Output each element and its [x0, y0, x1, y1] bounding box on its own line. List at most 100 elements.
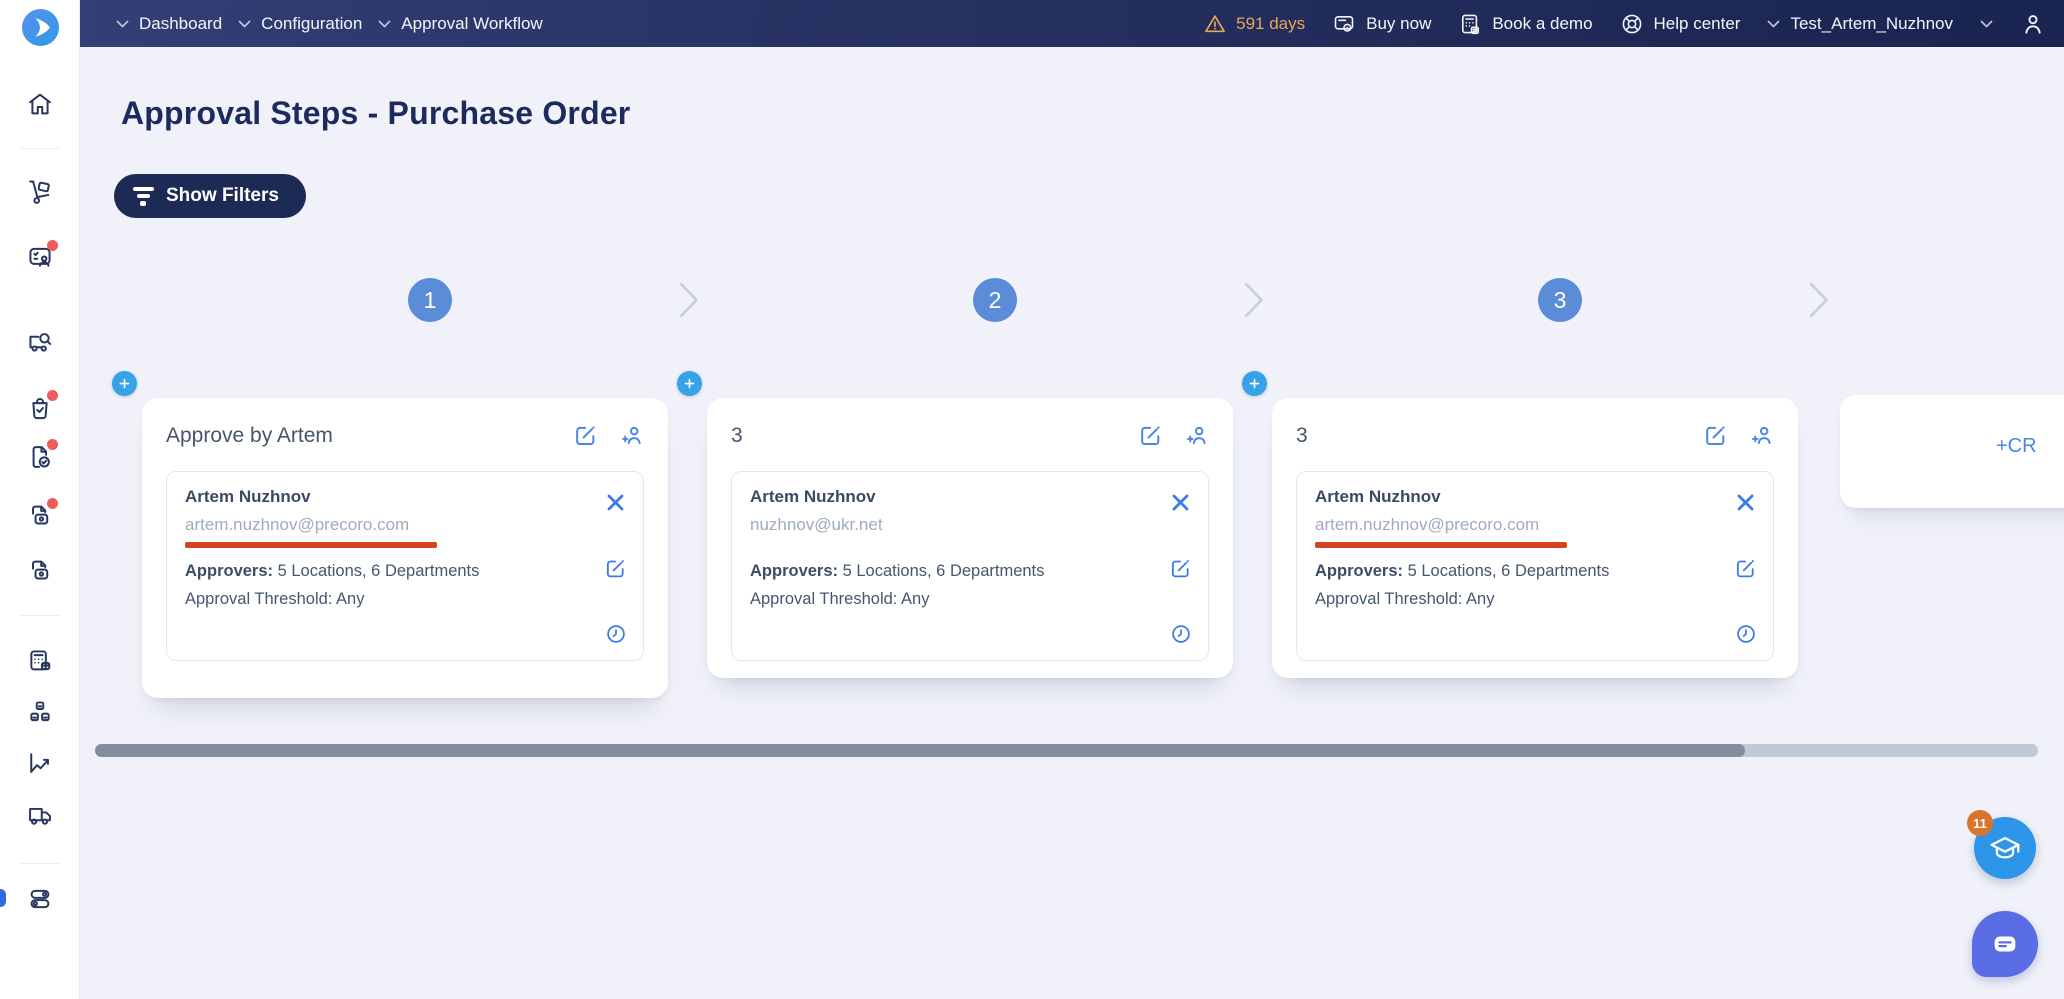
horizontal-scrollbar-thumb[interactable] [95, 744, 1745, 757]
chevron-down-icon [378, 20, 391, 28]
sidebar-divider [20, 148, 60, 149]
sidebar-divider [20, 615, 60, 616]
sidebar-divider [20, 863, 60, 864]
approver-email: artem.nuzhnov@precoro.com [1315, 515, 1723, 535]
approval-workflow-page: Dashboard Configuration Approval Workflo… [0, 0, 2064, 999]
create-step-card[interactable]: +CR [1840, 395, 2064, 508]
schedule-clock-icon[interactable] [605, 623, 627, 645]
approver-box: Artem Nuzhnov artem.nuzhnov@precoro.com … [166, 471, 644, 661]
chevron-right-icon [1243, 281, 1265, 319]
edit-approver-icon[interactable] [604, 557, 627, 580]
approval-step-card: Approve by Artem Artem Nuzhnov artem.nuz… [142, 398, 668, 698]
breadcrumb-label: Dashboard [139, 14, 222, 34]
schedule-clock-icon[interactable] [1735, 623, 1757, 645]
chevron-right-icon [1808, 281, 1830, 319]
breadcrumb-label: Approval Workflow [401, 14, 542, 34]
edit-step-icon[interactable] [1703, 423, 1728, 448]
navbar-breadcrumbs: Dashboard Configuration Approval Workflo… [80, 14, 543, 34]
red-underline-annotation [1315, 542, 1567, 548]
document-user-icon[interactable] [26, 244, 54, 272]
approver-box: Artem Nuzhnov nuzhnov@ukr.net Approvers:… [731, 471, 1209, 661]
document-check-icon[interactable] [26, 443, 54, 471]
step-title: 3 [731, 424, 743, 448]
add-approver-icon[interactable] [619, 423, 644, 448]
trend-chart-icon[interactable] [26, 749, 54, 777]
approver-name: Artem Nuzhnov [750, 487, 1158, 507]
approver-name: Artem Nuzhnov [185, 487, 593, 507]
trial-days-warning[interactable]: 591 days [1203, 12, 1305, 36]
approval-step-card: 3 Artem Nuzhnov nuzhnov@ukr.net Approver… [707, 398, 1233, 678]
active-section-indicator [0, 889, 6, 907]
wallet-document-icon[interactable] [26, 502, 54, 530]
edit-step-icon[interactable] [1138, 423, 1163, 448]
account-menu[interactable]: Test_Artem_Nuzhnov [1767, 14, 1953, 34]
navbar-actions: 591 days Buy now Book a demo Help center… [1203, 11, 2064, 37]
card-badge-icon [1332, 12, 1356, 36]
truck-icon[interactable] [26, 801, 54, 829]
home-icon[interactable] [26, 90, 54, 118]
trial-days-label: 591 days [1236, 14, 1305, 34]
approvers-line: Approvers: 5 Locations, 6 Departments [185, 562, 593, 581]
chevron-down-icon [238, 20, 251, 28]
wallet-document-2-icon[interactable] [26, 557, 54, 585]
chevron-down-icon [116, 20, 129, 28]
help-center-button[interactable]: Help center [1620, 12, 1741, 36]
remove-approver-icon[interactable] [604, 491, 627, 514]
approval-threshold-line: Approval Threshold: Any [750, 590, 1158, 609]
step-number-badge: 1 [408, 278, 452, 322]
approver-email: nuzhnov@ukr.net [750, 515, 1158, 535]
add-step-button[interactable] [677, 371, 702, 396]
breadcrumb-configuration[interactable]: Configuration [238, 14, 362, 34]
breadcrumb-dashboard[interactable]: Dashboard [116, 14, 222, 34]
edit-step-icon[interactable] [573, 423, 598, 448]
remove-approver-icon[interactable] [1169, 491, 1192, 514]
step-number-badge: 2 [973, 278, 1017, 322]
edit-approver-icon[interactable] [1734, 557, 1757, 580]
approver-email: artem.nuzhnov@precoro.com [185, 515, 593, 535]
buy-now-button[interactable]: Buy now [1332, 12, 1431, 36]
add-approver-icon[interactable] [1749, 423, 1774, 448]
add-step-button[interactable] [112, 371, 137, 396]
red-underline-annotation [185, 542, 437, 548]
warning-triangle-icon [1203, 12, 1227, 36]
book-demo-label: Book a demo [1492, 14, 1592, 34]
truck-search-icon[interactable] [26, 328, 54, 356]
breadcrumb-approval-workflow[interactable]: Approval Workflow [378, 14, 542, 34]
toggles-icon[interactable] [26, 885, 54, 913]
horizontal-scrollbar-track[interactable] [95, 744, 2038, 757]
chat-bubble-icon [1990, 929, 2020, 959]
approval-threshold-line: Approval Threshold: Any [1315, 590, 1723, 609]
notification-dot [47, 498, 58, 509]
notifications-badge: 11 [1967, 810, 1993, 836]
approvers-line: Approvers: 5 Locations, 6 Departments [1315, 562, 1723, 581]
blocks-icon[interactable] [26, 698, 54, 726]
chevron-right-icon [678, 281, 700, 319]
lifebuoy-icon [1620, 12, 1644, 36]
add-approver-icon[interactable] [1184, 423, 1209, 448]
schedule-clock-icon[interactable] [1170, 623, 1192, 645]
precoro-logo[interactable] [22, 9, 59, 46]
notification-dot [47, 439, 58, 450]
top-navbar: Dashboard Configuration Approval Workflo… [80, 0, 2064, 47]
user-icon[interactable] [2020, 11, 2046, 37]
workflow-step-column: 3 3 Artem Nuzhnov artem.nuzhnov@precoro.… [1272, 0, 1798, 730]
left-sidebar [0, 0, 80, 999]
create-step-label: +CR [1996, 435, 2037, 458]
remove-approver-icon[interactable] [1734, 491, 1757, 514]
hand-truck-icon[interactable] [26, 178, 54, 206]
calculator-icon [1458, 12, 1482, 36]
workflow-step-column: 1 Approve by Artem Artem Nuzhnov artem.n… [142, 0, 668, 730]
approval-step-card: 3 Artem Nuzhnov artem.nuzhnov@precoro.co… [1272, 398, 1798, 678]
calculator-icon[interactable] [26, 647, 54, 675]
help-center-label: Help center [1654, 14, 1741, 34]
bag-check-icon[interactable] [26, 394, 54, 422]
book-demo-button[interactable]: Book a demo [1458, 12, 1592, 36]
chevron-down-icon[interactable] [1980, 20, 1993, 28]
chat-widget-button[interactable] [1972, 911, 2038, 977]
buy-now-label: Buy now [1366, 14, 1431, 34]
chevron-down-icon [1767, 20, 1780, 28]
academy-button[interactable]: 11 [1974, 817, 2036, 879]
approvers-line: Approvers: 5 Locations, 6 Departments [750, 562, 1158, 581]
add-step-button[interactable] [1242, 371, 1267, 396]
edit-approver-icon[interactable] [1169, 557, 1192, 580]
